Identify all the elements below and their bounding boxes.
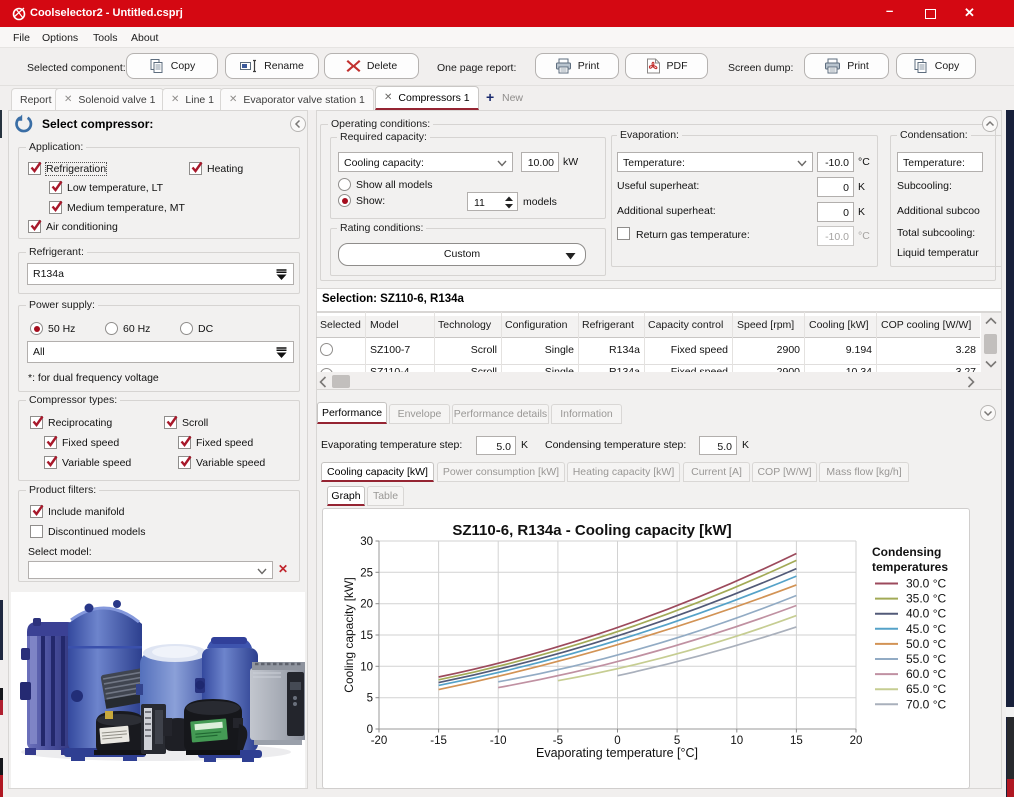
- svg-text:30.0 °C: 30.0 °C: [906, 577, 946, 591]
- svg-text:20: 20: [360, 599, 373, 611]
- svg-text:55.0 °C: 55.0 °C: [906, 652, 946, 666]
- svg-text:10: 10: [360, 661, 373, 673]
- svg-text:temperatures: temperatures: [872, 560, 948, 574]
- svg-text:40.0 °C: 40.0 °C: [906, 607, 946, 621]
- svg-text:-20: -20: [371, 735, 388, 747]
- svg-text:5: 5: [367, 693, 373, 705]
- svg-text:70.0 °C: 70.0 °C: [906, 697, 946, 711]
- svg-text:Evaporating temperature [°C]: Evaporating temperature [°C]: [536, 746, 698, 760]
- svg-text:15: 15: [360, 630, 373, 642]
- svg-text:50.0 °C: 50.0 °C: [906, 637, 946, 651]
- svg-text:-10: -10: [490, 735, 507, 747]
- svg-text:30: 30: [360, 536, 373, 548]
- svg-text:SZ110-6, R134a - Cooling capac: SZ110-6, R134a - Cooling capacity [kW]: [452, 522, 731, 539]
- svg-text:45.0 °C: 45.0 °C: [906, 622, 946, 636]
- svg-text:60.0 °C: 60.0 °C: [906, 667, 946, 681]
- svg-text:25: 25: [360, 567, 373, 579]
- svg-text:Condensing: Condensing: [872, 545, 941, 559]
- svg-text:-15: -15: [430, 735, 447, 747]
- svg-text:35.0 °C: 35.0 °C: [906, 592, 946, 606]
- svg-text:65.0 °C: 65.0 °C: [906, 682, 946, 696]
- svg-text:20: 20: [850, 735, 863, 747]
- svg-text:Cooling capacity [kW]: Cooling capacity [kW]: [342, 577, 356, 692]
- svg-text:15: 15: [790, 735, 803, 747]
- svg-text:10: 10: [730, 735, 743, 747]
